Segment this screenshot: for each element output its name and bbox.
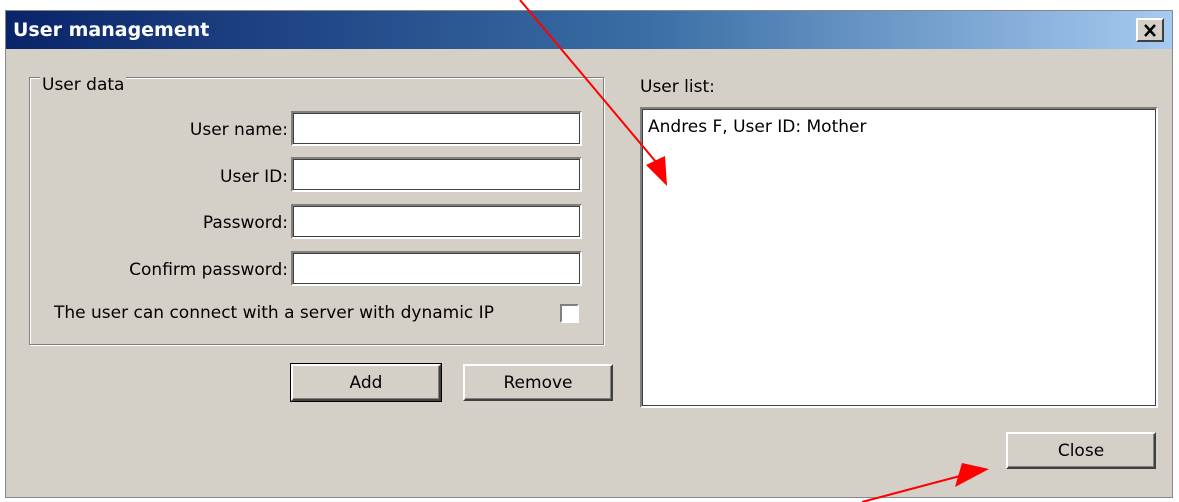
password-label: Password: xyxy=(202,213,288,233)
user-list[interactable]: Andres F, User ID: Mother xyxy=(640,107,1158,408)
window-title: User management xyxy=(13,19,210,41)
user-id-input[interactable] xyxy=(291,157,582,192)
user-data-legend: User data xyxy=(40,75,127,95)
list-item[interactable]: Andres F, User ID: Mother xyxy=(648,117,1150,137)
user-name-label: User name: xyxy=(189,120,288,140)
confirm-password-input[interactable] xyxy=(291,251,582,286)
dynamic-ip-checkbox[interactable] xyxy=(560,304,579,323)
add-button[interactable]: Add xyxy=(290,363,442,402)
close-button[interactable]: Close xyxy=(1006,432,1156,469)
user-name-input[interactable] xyxy=(291,111,582,146)
remove-button[interactable]: Remove xyxy=(463,364,613,401)
password-input[interactable] xyxy=(291,204,582,239)
confirm-password-label: Confirm password: xyxy=(129,260,288,280)
dynamic-ip-label: The user can connect with a server with … xyxy=(54,303,494,323)
close-icon xyxy=(1144,23,1156,37)
title-bar[interactable]: User management xyxy=(6,11,1172,49)
user-list-label: User list: xyxy=(640,77,715,97)
close-window-button[interactable] xyxy=(1136,18,1164,42)
user-id-label: User ID: xyxy=(220,167,288,187)
